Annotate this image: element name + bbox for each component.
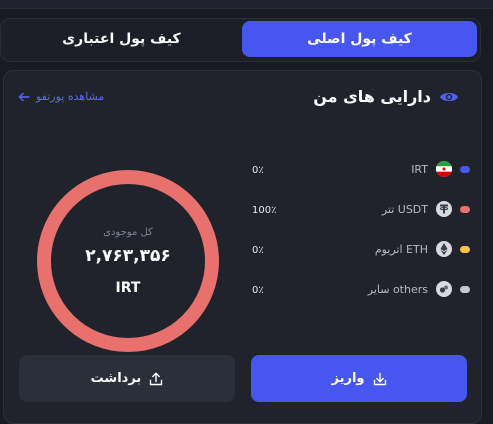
asset-legend: 0٪ IRT 100٪ تتر USDT 0٪ اتریوم ETH 0٪ سا… bbox=[249, 161, 474, 321]
legend-color-dot bbox=[460, 245, 470, 253]
asset-name: سایر others bbox=[367, 282, 428, 296]
legend-row-others: 0٪ سایر others bbox=[249, 281, 474, 321]
legend-row-usdt: 100٪ تتر USDT bbox=[249, 201, 474, 241]
withdraw-label: برداشت bbox=[90, 371, 142, 386]
deposit-label: واریز bbox=[331, 371, 365, 386]
asset-percent: 0٪ bbox=[252, 245, 264, 256]
asset-percent: 100٪ bbox=[252, 205, 277, 216]
view-portfolio-link[interactable]: مشاهده پورتفو bbox=[18, 90, 104, 103]
total-balance-label: کل موجودی bbox=[103, 226, 153, 238]
donut-center: کل موجودی ۲,۷۶۳,۳۵۶ IRT bbox=[34, 167, 222, 355]
total-balance-value: ۲,۷۶۳,۳۵۶ bbox=[85, 245, 171, 266]
legend-color-dot bbox=[460, 205, 470, 213]
legend-row-eth: 0٪ اتریوم ETH bbox=[249, 241, 474, 281]
asset-percent: 0٪ bbox=[252, 165, 264, 176]
tether-icon bbox=[436, 201, 452, 217]
asset-name: اتریوم ETH bbox=[374, 242, 428, 256]
card-header: دارایی های من bbox=[313, 87, 459, 106]
arrow-left-icon bbox=[18, 92, 30, 102]
tab-credit-wallet[interactable]: کیف پول اعتباری bbox=[4, 21, 239, 57]
page-title: دارایی های من bbox=[313, 87, 431, 106]
legend-color-dot bbox=[460, 285, 470, 293]
others-icon bbox=[436, 281, 452, 297]
upload-icon bbox=[149, 372, 163, 386]
ethereum-icon bbox=[436, 241, 452, 257]
asset-name: تتر USDT bbox=[381, 202, 428, 216]
tab-main-wallet[interactable]: کیف پول اصلی bbox=[242, 21, 477, 57]
top-divider bbox=[0, 0, 493, 9]
withdraw-button[interactable]: برداشت bbox=[19, 355, 235, 402]
deposit-button[interactable]: واریز bbox=[251, 355, 467, 402]
wallet-tabs: کیف پول اعتباری کیف پول اصلی bbox=[0, 18, 481, 62]
download-icon bbox=[373, 372, 387, 386]
legend-color-dot bbox=[460, 165, 470, 173]
total-balance-unit: IRT bbox=[115, 279, 141, 296]
asset-percent: 0٪ bbox=[252, 285, 264, 296]
iran-flag-icon bbox=[436, 161, 452, 177]
eye-icon[interactable] bbox=[439, 90, 459, 104]
legend-row-irt: 0٪ IRT bbox=[249, 161, 474, 201]
assets-card: دارایی های من مشاهده پورتفو کل موجودی ۲,… bbox=[3, 70, 482, 424]
view-portfolio-label: مشاهده پورتفو bbox=[36, 90, 105, 103]
asset-name: IRT bbox=[411, 162, 428, 176]
